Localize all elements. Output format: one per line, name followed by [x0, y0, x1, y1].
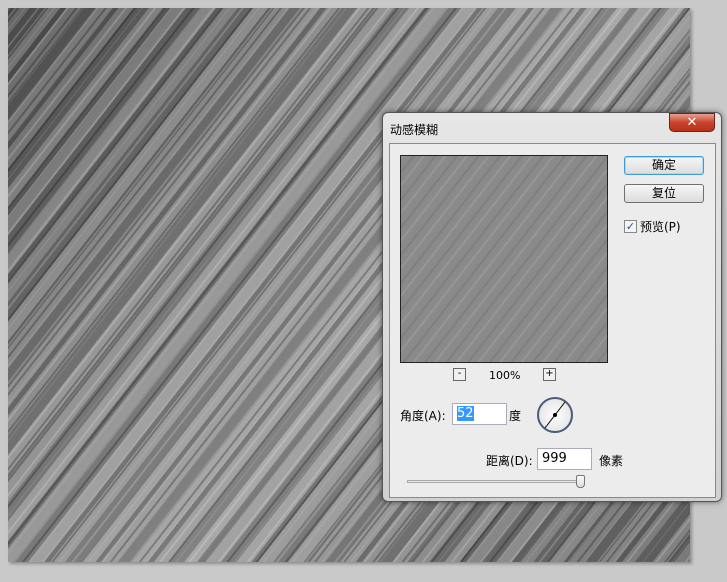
zoom-out-button[interactable]: -: [453, 368, 466, 381]
ok-button[interactable]: 确定: [624, 156, 704, 175]
distance-label: 距离(D):: [486, 454, 533, 468]
preview-label: 预览(P): [640, 220, 681, 234]
zoom-in-button[interactable]: +: [543, 368, 556, 381]
angle-line-icon: [544, 401, 566, 429]
distance-slider-thumb[interactable]: [576, 475, 585, 488]
motion-blur-dialog: 动感模糊 ✕ 确定 复位 ✓ 预览(P) - 100% + 角度(A): 52 …: [382, 112, 722, 502]
zoom-value: 100%: [489, 369, 521, 382]
reset-button[interactable]: 复位: [624, 184, 704, 203]
preview-image[interactable]: [400, 155, 608, 363]
distance-input[interactable]: 999: [537, 448, 592, 470]
close-button[interactable]: ✕: [669, 113, 715, 132]
angle-input[interactable]: 52: [452, 403, 507, 425]
angle-unit: 度: [509, 409, 522, 423]
distance-unit: 像素: [599, 454, 624, 468]
preview-checkbox[interactable]: ✓ 预览(P): [624, 218, 681, 235]
angle-label: 角度(A):: [400, 409, 446, 423]
checkbox-check-icon[interactable]: ✓: [624, 220, 637, 233]
dialog-panel: 确定 复位 ✓ 预览(P) - 100% + 角度(A): 52 度 距离(D)…: [389, 143, 716, 498]
angle-dial[interactable]: [537, 397, 573, 433]
distance-slider-track[interactable]: [407, 480, 581, 483]
angle-value: 52: [457, 406, 474, 421]
dialog-title: 动感模糊: [390, 123, 439, 137]
